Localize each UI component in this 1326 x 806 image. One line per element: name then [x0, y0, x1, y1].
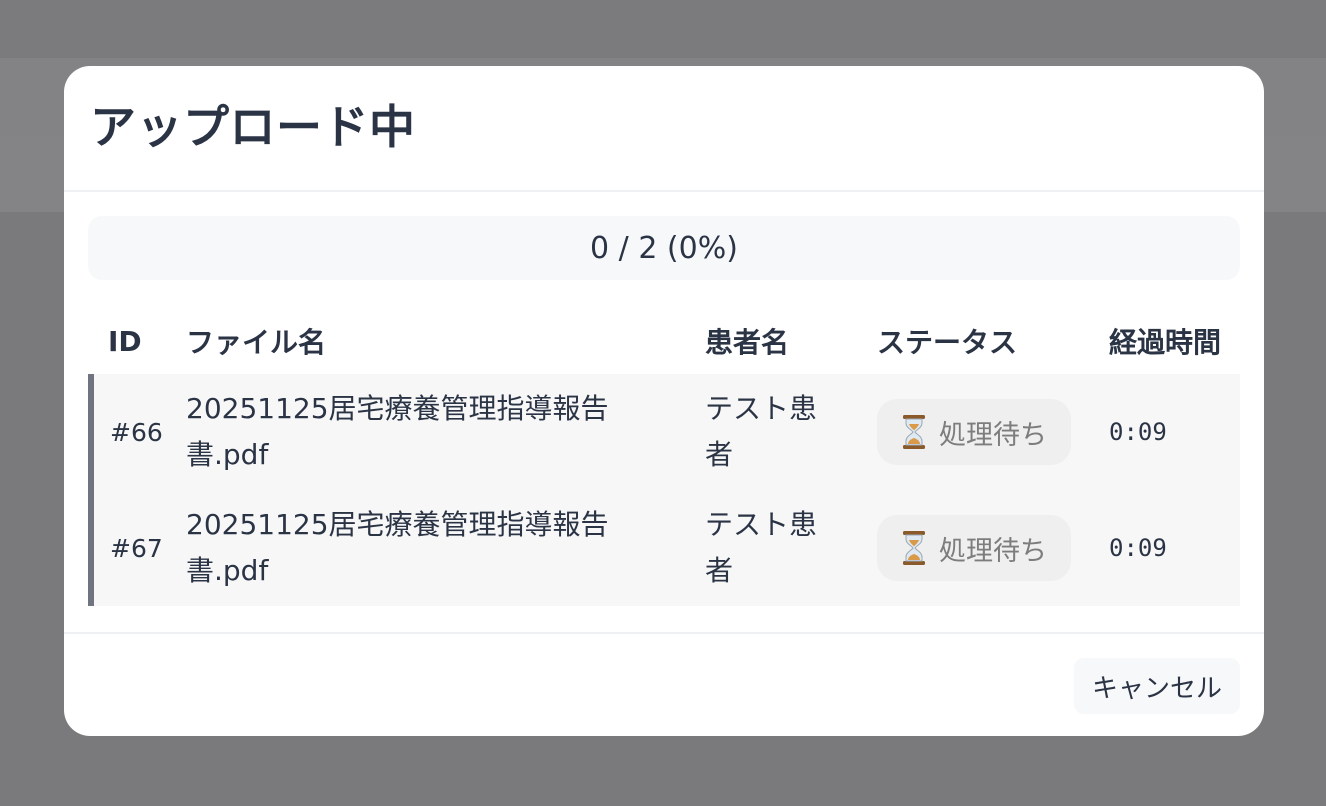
column-header-patient: 患者名: [705, 326, 790, 359]
row-status: 処理待ち: [877, 515, 1109, 581]
modal-title: アップロード中: [90, 100, 416, 154]
column-header-status: ステータス: [877, 326, 1018, 359]
row-elapsed-time: 0:09: [1109, 418, 1167, 446]
modal-footer: キャンセル: [64, 632, 1264, 736]
upload-progress: 0 / 2 (0%): [88, 216, 1240, 280]
upload-table: ID ファイル名 患者名 ステータス 経過時間 #66 20251125居宅療養…: [88, 308, 1240, 606]
status-badge: 処理待ち: [877, 515, 1071, 581]
status-label: 処理待ち: [939, 535, 1047, 567]
row-file-name: 20251125居宅療養管理指導報告書.pdf: [186, 508, 609, 587]
table-header: ID ファイル名 患者名 ステータス 経過時間: [88, 308, 1240, 374]
table-row: #66 20251125居宅療養管理指導報告書.pdf テスト患者 処理待ち 0…: [94, 374, 1240, 490]
row-id: #67: [110, 533, 163, 563]
column-header-id: ID: [108, 324, 142, 358]
background-header: [0, 0, 1326, 58]
row-file-name: 20251125居宅療養管理指導報告書.pdf: [186, 392, 609, 471]
column-header-elapsed: 経過時間: [1109, 326, 1222, 359]
table-body: #66 20251125居宅療養管理指導報告書.pdf テスト患者 処理待ち 0…: [88, 374, 1240, 606]
table-row: #67 20251125居宅療養管理指導報告書.pdf テスト患者 処理待ち 0…: [94, 490, 1240, 606]
modal-header: アップロード中: [64, 66, 1264, 192]
status-badge: 処理待ち: [877, 399, 1071, 465]
modal-body: 0 / 2 (0%) ID ファイル名 患者名 ステータス 経過時間 #66 2…: [64, 192, 1264, 606]
hourglass-icon: [903, 531, 925, 565]
hourglass-icon: [903, 415, 925, 449]
row-status: 処理待ち: [877, 399, 1109, 465]
cancel-button[interactable]: キャンセル: [1073, 658, 1240, 714]
row-patient-name: テスト患者: [705, 392, 818, 471]
row-id: #66: [110, 417, 163, 447]
row-elapsed-time: 0:09: [1109, 534, 1167, 562]
status-label: 処理待ち: [939, 419, 1047, 451]
column-header-file-name: ファイル名: [186, 326, 327, 359]
upload-modal: アップロード中 0 / 2 (0%) ID ファイル名 患者名 ステータス 経過…: [64, 66, 1264, 736]
progress-text: 0 / 2 (0%): [590, 230, 738, 266]
row-patient-name: テスト患者: [705, 508, 818, 587]
